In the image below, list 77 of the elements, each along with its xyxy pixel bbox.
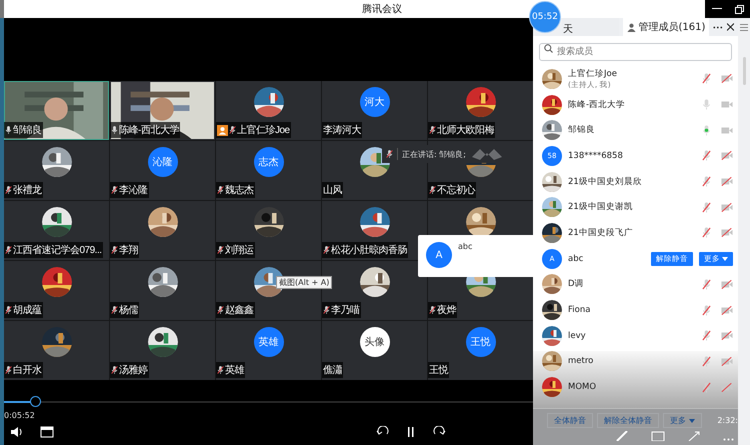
participant-name: 邹锦良 bbox=[13, 124, 42, 137]
member-row[interactable]: levy bbox=[533, 322, 738, 349]
participant-name: 王悦 bbox=[429, 364, 448, 377]
panel-tab[interactable]: 管理成员(161) bbox=[622, 18, 710, 36]
participant-name: 北师大欧阳梅 bbox=[437, 124, 494, 137]
logo-icon bbox=[470, 147, 504, 161]
member-row[interactable]: D调 bbox=[533, 272, 738, 298]
participant-name: 李沁隆 bbox=[119, 184, 148, 197]
participant-name: 李翔 bbox=[119, 244, 138, 257]
participant-name: 江西省速记学会079... bbox=[13, 244, 102, 257]
participant-name: 魏志杰 bbox=[225, 184, 254, 197]
member-name: 21级中国史刘晨欣 bbox=[568, 176, 643, 188]
participant-name: 李涛河大 bbox=[323, 124, 361, 137]
window-title: 腾讯会议 bbox=[362, 2, 402, 16]
participant-name: 陈峰-西北大学 bbox=[119, 124, 179, 137]
participant-name: 白开水 bbox=[13, 364, 42, 377]
caret-icon bbox=[689, 418, 695, 422]
member-row[interactable]: 21中国史段飞广 bbox=[533, 220, 738, 246]
member-name: MOMO bbox=[568, 382, 598, 392]
playback-time: 0:05:52 bbox=[4, 411, 36, 420]
initials-avatar: A bbox=[426, 242, 452, 268]
volume-icon[interactable] bbox=[10, 426, 24, 438]
member-row[interactable]: 21级中国史谢凯 bbox=[533, 194, 738, 220]
search-field[interactable]: 搜索成员 bbox=[539, 43, 732, 61]
participant-name: 胡成蕴 bbox=[13, 304, 42, 317]
member-name: abc bbox=[568, 254, 584, 264]
member-name: 上官仁珍Joe bbox=[568, 68, 618, 80]
member-name: 21中国史段飞广 bbox=[568, 226, 634, 239]
member-name: 138****6858 bbox=[568, 150, 624, 161]
participant-name: 汤雅婷 bbox=[119, 364, 148, 377]
mic-muted-icon bbox=[386, 149, 393, 159]
pause-icon[interactable] bbox=[406, 426, 416, 438]
member-name: metro bbox=[568, 356, 594, 366]
participant-name: 英雄 bbox=[225, 364, 244, 377]
speaking-text: 正在讲话: 邹锦良; bbox=[402, 148, 466, 160]
initials-avatar: 河大 bbox=[360, 87, 390, 117]
member-name: abc bbox=[458, 242, 472, 251]
initials-avatar: 头像 bbox=[360, 327, 390, 357]
clock-time: 2:32: bbox=[717, 416, 738, 425]
member-name: Fiona bbox=[568, 305, 592, 316]
participant-name: 僬瀟 bbox=[323, 364, 342, 377]
participant-name: 赵鑫鑫 bbox=[225, 304, 254, 317]
minimize-icon[interactable] bbox=[712, 8, 722, 10]
member-row[interactable]: 邹锦良 bbox=[533, 117, 738, 144]
member-name: D调 bbox=[568, 278, 585, 290]
menu-icon[interactable] bbox=[740, 24, 748, 31]
initials-avatar: 英雄 bbox=[254, 327, 284, 357]
member-row[interactable]: Fiona bbox=[533, 297, 738, 323]
tooltip: 截图(Alt + A) bbox=[276, 276, 332, 289]
participant-name: 松花小肚晾肉香肠 bbox=[331, 244, 407, 257]
participant-name: 李乃喵 bbox=[331, 304, 360, 317]
participant-name: 山风 bbox=[323, 184, 342, 197]
progress-handle[interactable] bbox=[30, 396, 41, 407]
more-icon[interactable] bbox=[713, 26, 724, 28]
participant-name: 张禮龙 bbox=[13, 184, 42, 197]
member-name: 陈峰-西北大学 bbox=[568, 98, 626, 111]
close-icon[interactable] bbox=[727, 23, 734, 31]
member-row[interactable]: 21级中国史刘晨欣 bbox=[533, 168, 738, 194]
participant-name: 刘翔运 bbox=[225, 244, 254, 257]
member-row[interactable]: 陈峰-西北大学 bbox=[533, 92, 738, 118]
participant-name: 上官仁珍Joe bbox=[237, 124, 290, 137]
person-icon bbox=[626, 22, 636, 32]
member-name: levy bbox=[568, 330, 587, 341]
member-name: 21级中国史谢凯 bbox=[568, 201, 634, 214]
participant-name: 不忘初心 bbox=[437, 184, 475, 197]
participant-name: 夜烨 bbox=[437, 304, 456, 317]
screen-icon[interactable] bbox=[40, 426, 54, 438]
participant-name: 杨儒 bbox=[119, 304, 138, 317]
expand-icon[interactable] bbox=[687, 431, 701, 441]
member-name: 邹锦良 bbox=[568, 124, 596, 136]
initials-avatar: 志杰 bbox=[254, 147, 284, 177]
caret-icon bbox=[722, 256, 728, 261]
initials-avatar: 沁隆 bbox=[148, 147, 178, 177]
restore-icon[interactable] bbox=[734, 4, 744, 14]
scrollbar[interactable] bbox=[742, 57, 746, 85]
pen-icon[interactable] bbox=[615, 431, 629, 441]
initials-avatar: 王悦 bbox=[466, 327, 496, 357]
